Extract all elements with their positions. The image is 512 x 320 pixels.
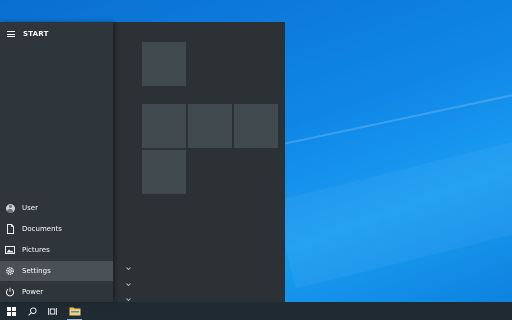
rail-item-label: User: [22, 204, 38, 212]
chevron-down-icon[interactable]: [126, 298, 131, 301]
search-button[interactable]: [22, 302, 42, 320]
chevron-down-icon[interactable]: [126, 283, 131, 286]
rail-item-settings[interactable]: Settings: [0, 261, 113, 281]
start-title: START: [23, 30, 49, 38]
gear-icon: [0, 266, 20, 276]
rail-item-user[interactable]: User: [0, 198, 113, 218]
rail-item-label: Power: [22, 288, 44, 296]
rail-item-label: Documents: [22, 225, 62, 233]
user-avatar-icon: [0, 203, 20, 213]
start-menu-rail: START User Documents Pictures Settings P…: [0, 22, 113, 302]
rail-item-pictures[interactable]: Pictures: [0, 240, 113, 260]
windows-start-button[interactable]: [0, 302, 22, 320]
power-icon: [0, 287, 20, 297]
tile[interactable]: [188, 104, 232, 148]
tiles-area: [113, 22, 285, 302]
rail-item-label: Settings: [22, 267, 51, 275]
file-explorer-icon: [69, 307, 80, 316]
rail-item-documents[interactable]: Documents: [0, 219, 113, 239]
tile[interactable]: [142, 42, 186, 86]
task-view-button[interactable]: [42, 302, 63, 320]
rail-item-label: Pictures: [22, 246, 50, 254]
start-menu: START User Documents Pictures Settings P…: [0, 22, 285, 302]
document-icon: [0, 224, 20, 234]
chevron-down-icon[interactable]: [126, 267, 131, 270]
wallpaper-light-beam: [249, 62, 512, 152]
wallpaper-light-glow: [274, 104, 512, 289]
start-menu-header[interactable]: START: [0, 22, 113, 46]
task-view-icon: [48, 307, 57, 315]
pictures-icon: [0, 246, 20, 254]
taskbar: [0, 302, 512, 320]
tile[interactable]: [142, 150, 186, 194]
rail-item-power[interactable]: Power: [0, 282, 113, 302]
search-icon: [27, 306, 37, 316]
tile[interactable]: [142, 104, 186, 148]
windows-start-icon: [6, 306, 16, 316]
tile[interactable]: [234, 104, 278, 148]
file-explorer-button[interactable]: [63, 302, 86, 320]
hamburger-menu-icon[interactable]: [7, 31, 15, 37]
